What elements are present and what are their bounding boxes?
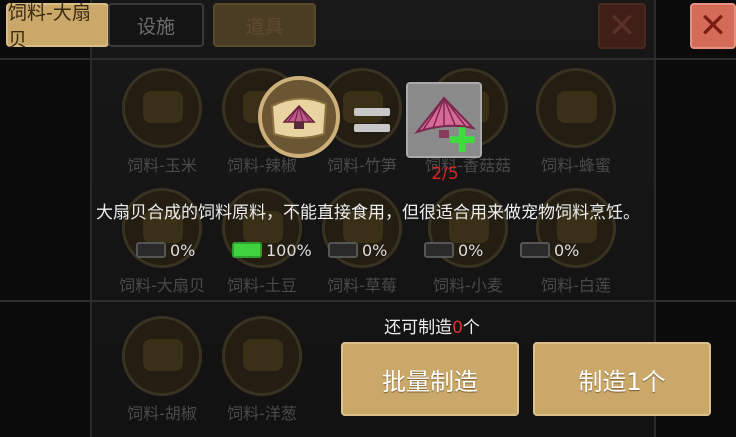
divider xyxy=(0,300,736,302)
ingredient-progress: 0% xyxy=(328,240,387,260)
list-item: 饲料-玉米 xyxy=(112,68,212,176)
scallop-feed-icon xyxy=(270,97,328,139)
progress-bar xyxy=(520,242,550,258)
tab-feed-scallop[interactable]: 饲料-大扇贝 xyxy=(6,2,109,51)
feed-bag-icon[interactable] xyxy=(258,76,340,158)
list-item: 饲料-胡椒 xyxy=(112,316,212,424)
feed-icon xyxy=(222,316,302,396)
feed-icon xyxy=(536,68,616,148)
close-button[interactable]: ✕ xyxy=(690,3,736,49)
list-item: 饲料-洋葱 xyxy=(212,316,312,424)
result-count: 2/5 xyxy=(431,164,459,184)
top-divider xyxy=(0,58,736,60)
batch-craft-button[interactable]: 批量制造 xyxy=(341,342,519,416)
ingredient-progress: 0% xyxy=(424,240,483,260)
progress-bar xyxy=(328,242,358,258)
close-icon: ✕ xyxy=(598,3,646,49)
craft-one-button[interactable]: 制造1个 xyxy=(533,342,711,416)
feed-icon xyxy=(122,68,202,148)
can-make-count: 0 xyxy=(452,318,463,338)
progress-bar xyxy=(424,242,454,258)
progress-bar xyxy=(232,242,262,258)
equals-icon xyxy=(354,108,390,138)
item-description: 大扇贝合成的饲料原料，不能直接食用，但很适合用来做宠物饲料烹饪。 xyxy=(96,203,640,223)
progress-bar xyxy=(136,242,166,258)
ingredient-progress: 100% xyxy=(232,240,312,260)
tab-items[interactable]: 道具 xyxy=(213,3,316,47)
can-make-text: 还可制造0个 xyxy=(384,318,480,338)
list-item: 饲料-蜂蜜 xyxy=(526,68,626,176)
ingredient-progress: 0% xyxy=(136,240,195,260)
tab-facility[interactable]: 设施 xyxy=(108,3,204,47)
feed-icon xyxy=(122,316,202,396)
add-icon[interactable]: ✚ xyxy=(448,124,477,158)
ingredient-progress: 0% xyxy=(520,240,579,260)
